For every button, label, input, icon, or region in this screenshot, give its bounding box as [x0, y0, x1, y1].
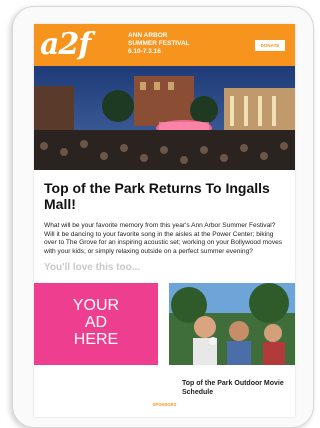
email-screen: a2f ANN ARBOR SUMMER FESTIVAL 6.10-7.3.1… [34, 24, 295, 417]
movie-title-link[interactable]: Top of the Park Outdoor Movie Schedule [182, 379, 292, 397]
recommend-heading: You'll love this too... [44, 262, 141, 274]
ad-line-3: HERE [73, 331, 119, 349]
article-body: What will be your favorite memory from t… [44, 222, 283, 255]
ad-line-1: YOUR [72, 297, 120, 315]
ad-placeholder[interactable]: YOUR AD HERE [34, 283, 158, 366]
recommend-grid: YOUR AD HERE Top of the Park Outdoor Mov… [34, 283, 295, 413]
festival-info: ANN ARBOR SUMMER FESTIVAL 6.10-7.3.16 [128, 32, 190, 56]
festival-dates: 6.10-7.3.16 [128, 48, 161, 55]
festival-logo: a2f [40, 27, 91, 62]
sponsors-label: SPONSORS [152, 402, 177, 408]
movie-image[interactable] [169, 283, 295, 366]
article-headline[interactable]: Top of the Park Returns To Ingalls Mall! [44, 180, 285, 212]
festival-line-2: SUMMER FESTIVAL [128, 40, 190, 47]
hero-image [34, 66, 295, 170]
festival-line-1: ANN ARBOR [128, 32, 168, 39]
ad-line-2: AD [84, 314, 108, 332]
festival-header: a2f ANN ARBOR SUMMER FESTIVAL 6.10-7.3.1… [34, 24, 295, 66]
donate-button[interactable]: DONATE [255, 40, 285, 51]
